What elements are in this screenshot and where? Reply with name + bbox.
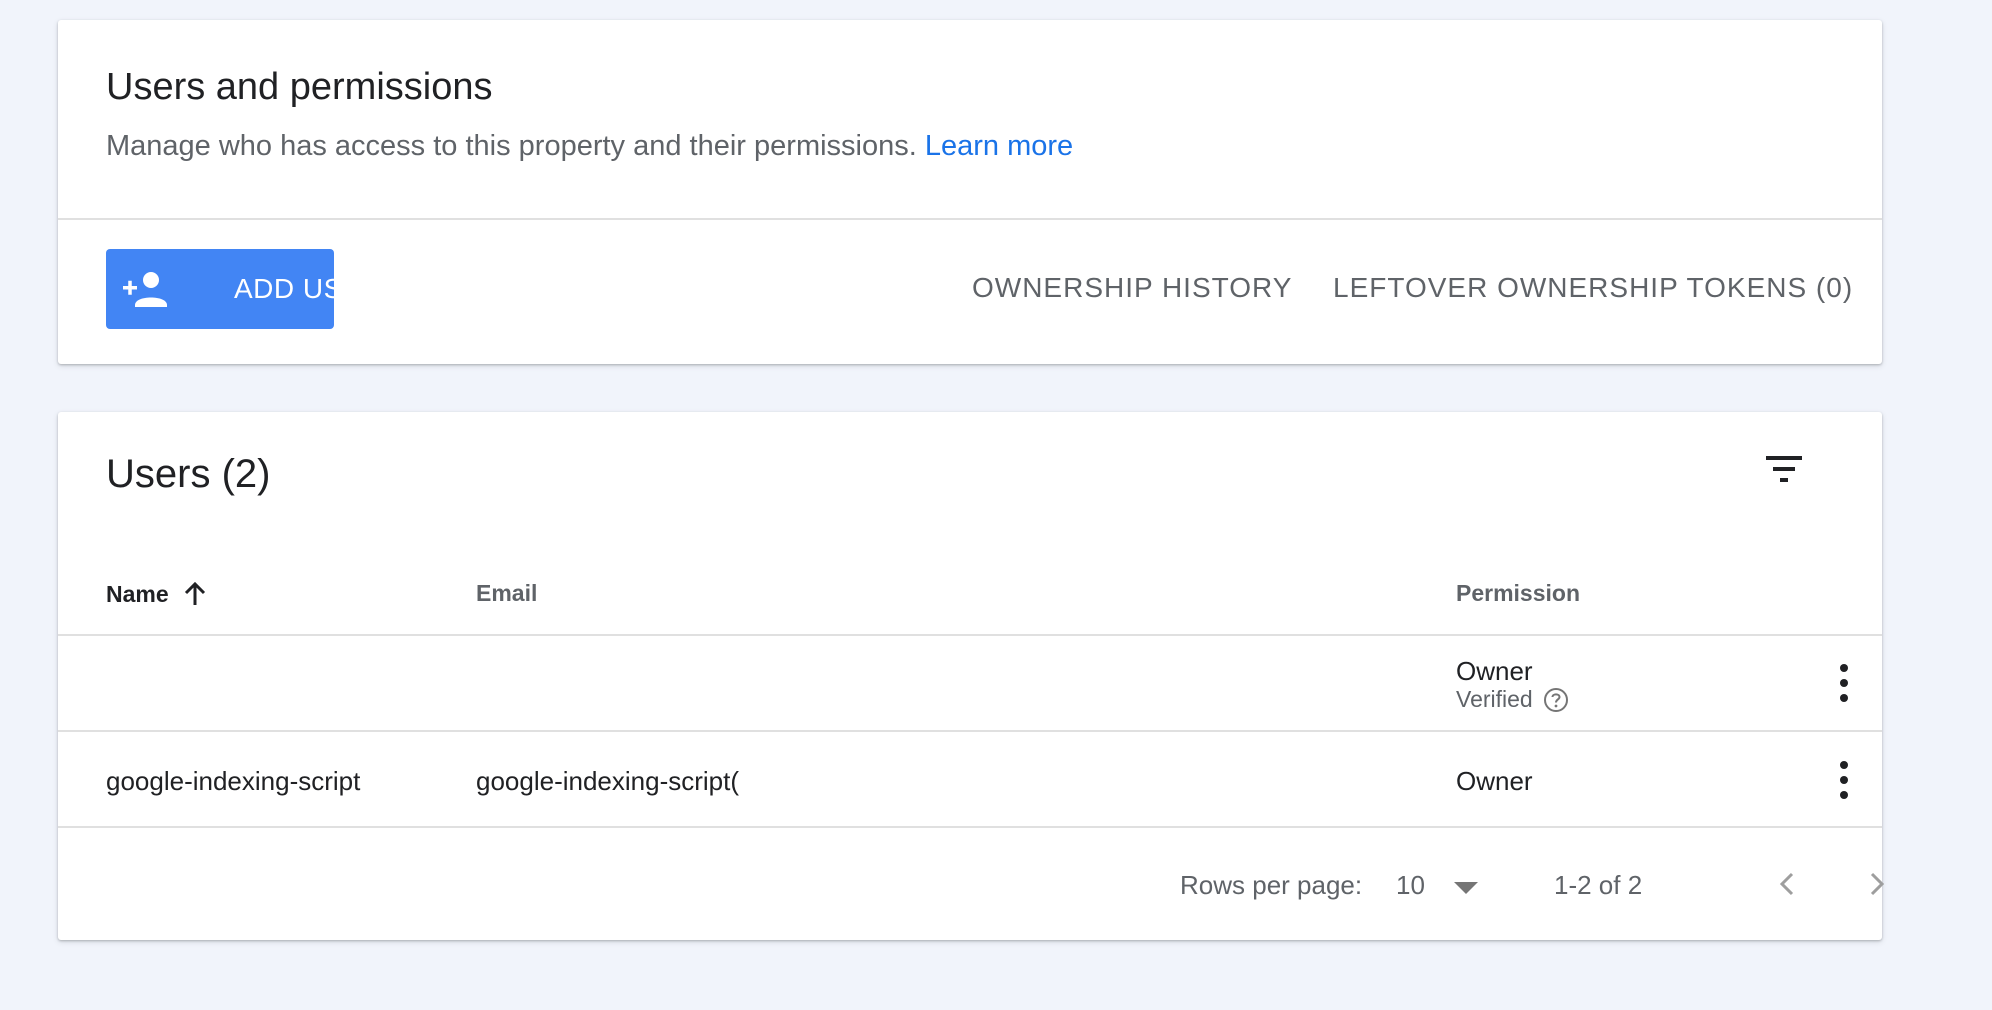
users-table-card: Users (2) Name Email Permission Owner Ve…	[58, 412, 1885, 940]
leftover-ownership-tokens-button[interactable]: LEFTOVER OWNERSHIP TOKENS (0)	[1333, 272, 1853, 304]
caret-down-icon[interactable]	[1454, 882, 1478, 894]
arrow-up-icon	[184, 581, 205, 605]
page-subtitle: Manage who has access to this property a…	[106, 130, 1073, 163]
learn-more-link[interactable]: Learn more	[925, 130, 1073, 162]
column-header-name-label: Name	[106, 580, 169, 607]
permission-cell: Owner	[1456, 656, 1533, 686]
column-header-email[interactable]: Email	[476, 580, 537, 607]
more-vert-icon[interactable]	[1828, 661, 1860, 705]
users-title: Users (2)	[106, 452, 271, 496]
filter-icon[interactable]	[1764, 454, 1804, 484]
chevron-left-icon[interactable]	[1770, 866, 1806, 902]
rows-per-page-select[interactable]: 10	[1396, 870, 1425, 901]
chevron-right-icon[interactable]	[1858, 866, 1894, 902]
column-header-permission[interactable]: Permission	[1456, 580, 1580, 607]
pagination-range: 1-2 of 2	[1554, 870, 1643, 900]
verification-status: Verified	[1456, 686, 1569, 713]
header-section: Users and permissions Manage who has acc…	[58, 20, 1882, 220]
divider	[58, 634, 1882, 636]
more-vert-icon[interactable]	[1828, 758, 1860, 802]
ownership-history-button[interactable]: OWNERSHIP HISTORY	[972, 272, 1292, 304]
person-add-icon	[123, 272, 167, 307]
add-user-button[interactable]: ADD USER	[106, 249, 382, 329]
users-permissions-header-card: Users and permissions Manage who has acc…	[58, 20, 1882, 364]
page-subtitle-text: Manage who has access to this property a…	[106, 130, 917, 162]
divider	[58, 826, 1882, 828]
user-name-cell: google-indexing-script	[106, 766, 361, 796]
add-user-label: ADD USER	[234, 273, 383, 304]
permission-cell: Owner	[1456, 766, 1533, 796]
user-email-cell: google-indexing-script(	[476, 766, 740, 796]
verification-status-text: Verified	[1456, 686, 1533, 712]
help-outline-icon[interactable]	[1543, 687, 1569, 713]
rows-per-page-label: Rows per page:	[1180, 870, 1363, 900]
column-header-name[interactable]: Name	[106, 580, 209, 608]
page-title: Users and permissions	[106, 66, 493, 108]
divider	[58, 730, 1882, 732]
